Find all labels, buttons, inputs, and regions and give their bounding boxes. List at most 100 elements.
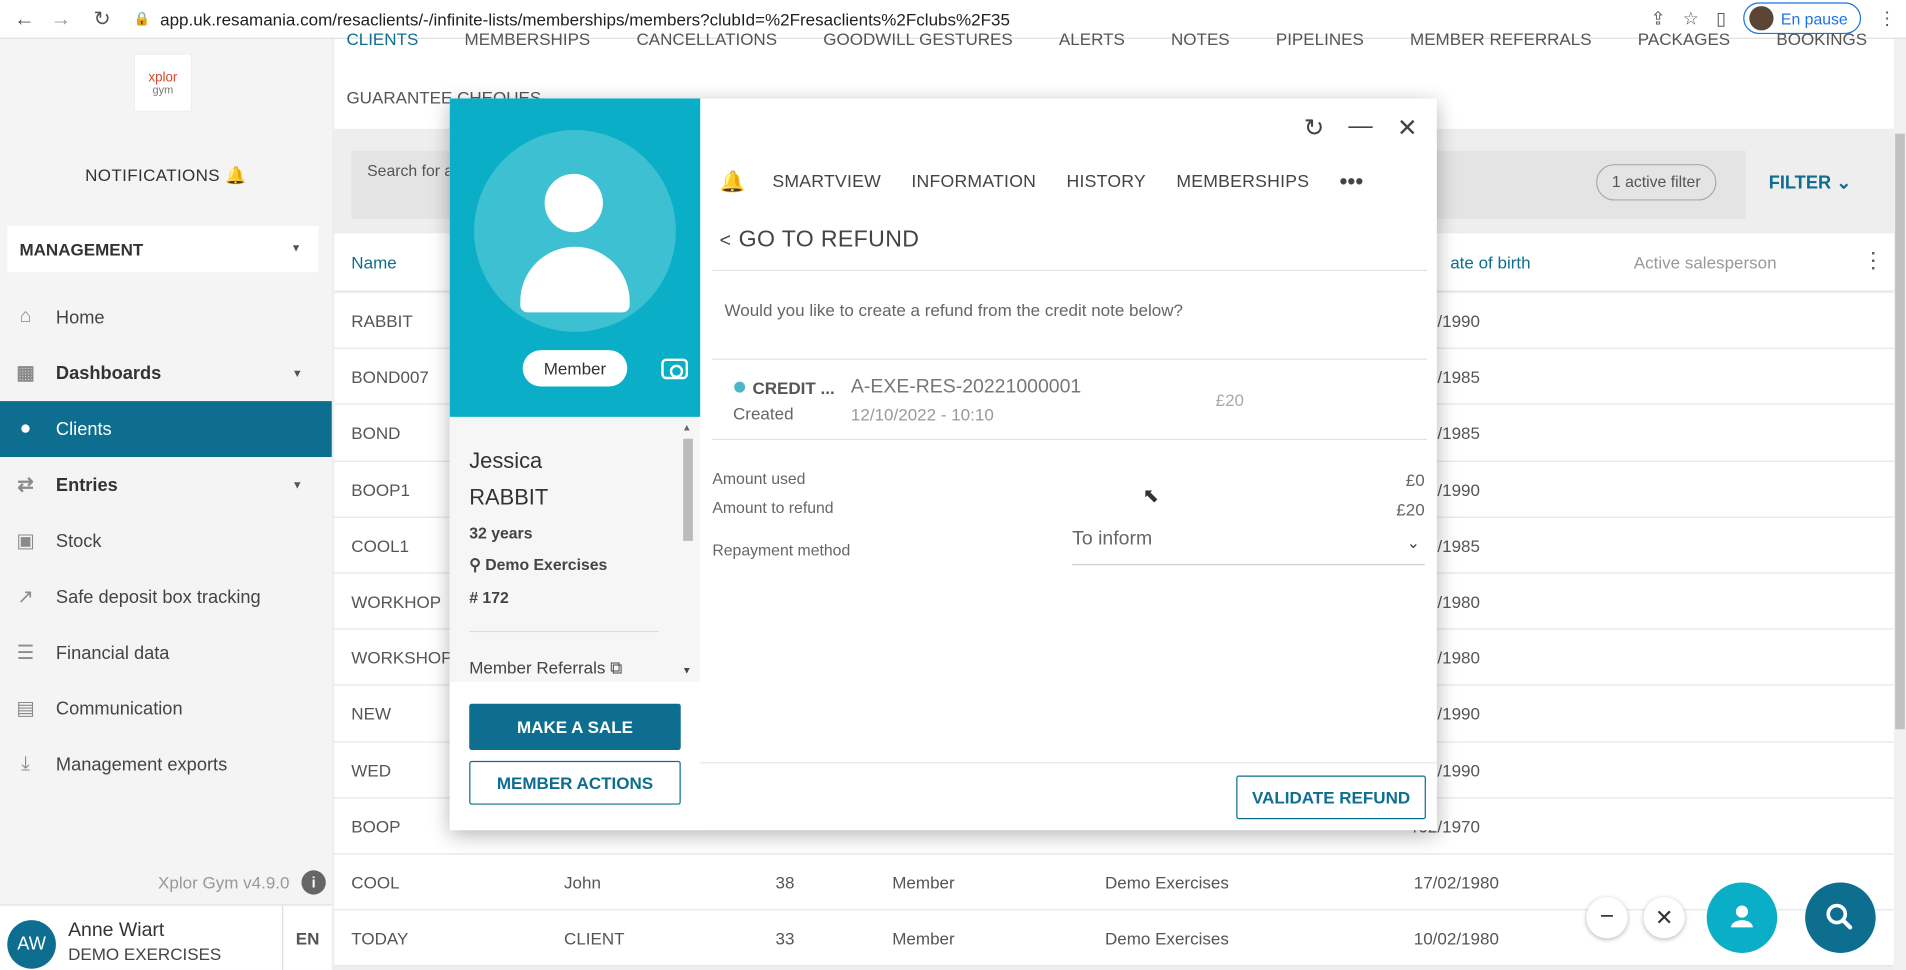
forward-icon[interactable]: → bbox=[46, 7, 75, 31]
tab-memberships[interactable]: MEMBERSHIPS bbox=[1176, 172, 1309, 191]
column-menu-icon[interactable]: ⋮ bbox=[1862, 249, 1884, 271]
version-text: Xplor Gym v4.9.0 bbox=[158, 872, 290, 893]
user-panel[interactable]: AW Anne Wiart DEMO EXERCISES EN bbox=[0, 904, 332, 970]
window-controls: ↻ — ✕ bbox=[1304, 113, 1418, 143]
amount-refund-label: Amount to refund bbox=[712, 498, 834, 517]
cell-dob: 10/02/1980 bbox=[1413, 928, 1499, 949]
tab-member-referrals[interactable]: MEMBER REFERRALS bbox=[1410, 29, 1592, 48]
tab-pipelines[interactable]: PIPELINES bbox=[1276, 29, 1364, 48]
chevron-down-icon: ⌄ bbox=[1406, 533, 1420, 552]
close-all-button[interactable]: ✕ bbox=[1643, 897, 1685, 939]
browser-menu-icon[interactable]: ⋮ bbox=[1878, 7, 1896, 30]
page-scrollbar[interactable] bbox=[1893, 38, 1906, 970]
cell-firstname: John bbox=[564, 872, 601, 893]
external-link-icon: ⧉ bbox=[610, 657, 623, 678]
sidebar-item-management-exports[interactable]: ⤓ Management exports bbox=[0, 737, 332, 793]
tab-bookings[interactable]: BOOKINGS bbox=[1776, 29, 1867, 48]
divider bbox=[712, 438, 1428, 441]
tab-cancellations[interactable]: CANCELLATIONS bbox=[636, 29, 777, 48]
tab-information[interactable]: INFORMATION bbox=[911, 172, 1036, 191]
sidebar-item-dashboards[interactable]: ▦ Dashboards ▼ bbox=[0, 345, 332, 401]
tab-memberships[interactable]: MEMBERSHIPS bbox=[465, 29, 591, 48]
tab-goodwill[interactable]: GOODWILL GESTURES bbox=[823, 29, 1012, 48]
tab-history[interactable]: HISTORY bbox=[1067, 172, 1146, 191]
minimize-all-button[interactable]: − bbox=[1586, 897, 1628, 939]
add-client-button[interactable] bbox=[1706, 882, 1778, 953]
minimize-icon[interactable]: — bbox=[1348, 113, 1372, 143]
more-icon[interactable]: ••• bbox=[1340, 169, 1364, 195]
first-name: Jessica bbox=[469, 448, 543, 473]
notifications-button[interactable]: NOTIFICATIONS 🔔 bbox=[0, 165, 332, 186]
reload-icon[interactable]: ↻ bbox=[88, 7, 117, 31]
language-select[interactable]: EN bbox=[282, 905, 332, 970]
cell-name: BOOP bbox=[351, 816, 401, 836]
cell-name: WED bbox=[351, 760, 392, 780]
tab-packages[interactable]: PACKAGES bbox=[1638, 29, 1730, 48]
star-icon[interactable]: ☆ bbox=[1683, 7, 1699, 30]
user-club: DEMO EXERCISES bbox=[68, 944, 222, 964]
validate-refund-button[interactable]: VALIDATE REFUND bbox=[1236, 775, 1426, 820]
avatar[interactable] bbox=[474, 130, 676, 332]
bell-icon[interactable]: 🔔 bbox=[720, 170, 746, 194]
profile-scrollbar[interactable]: ▲ ▼ bbox=[681, 422, 696, 680]
repayment-label: Repayment method bbox=[712, 540, 851, 560]
logo: xplor gym bbox=[133, 53, 193, 112]
address-bar[interactable]: 🔒 app.uk.resamania.com/resaclients/-/inf… bbox=[134, 9, 1010, 28]
make-a-sale-button[interactable]: MAKE A SALE bbox=[469, 703, 681, 750]
tab-smartview[interactable]: SMARTVIEW bbox=[772, 172, 881, 191]
camera-icon[interactable] bbox=[661, 358, 689, 380]
sidebar-item-financial-data[interactable]: ☰ Financial data bbox=[0, 625, 332, 681]
profile-label: En pause bbox=[1780, 9, 1848, 28]
tab-alerts[interactable]: ALERTS bbox=[1059, 29, 1125, 48]
person-icon: ● bbox=[19, 418, 32, 439]
divider bbox=[712, 269, 1428, 272]
mouse-cursor-icon: ⬉ bbox=[1142, 486, 1159, 507]
tab-clients[interactable]: CLIENTS bbox=[346, 29, 418, 48]
divider bbox=[712, 358, 1428, 360]
column-dob[interactable]: ate of birth bbox=[1450, 253, 1530, 272]
back-to-refund[interactable]: < GO TO REFUND bbox=[720, 227, 920, 254]
profile-panel: Member Jessica RABBIT 32 years ⚲ Demo Ex… bbox=[449, 98, 701, 831]
sidepanel-icon[interactable]: ▯ bbox=[1716, 7, 1726, 30]
active-filter-chip[interactable]: 1 active filter bbox=[1596, 164, 1717, 201]
sidebar-item-safe-deposit[interactable]: ↗ Safe deposit box tracking bbox=[0, 569, 332, 625]
list-icon: ☰ bbox=[16, 642, 35, 664]
amount-used-label: Amount used bbox=[712, 469, 806, 488]
status-badge: Member bbox=[522, 350, 628, 387]
column-name[interactable]: Name bbox=[351, 253, 396, 272]
client-modal: Member Jessica RABBIT 32 years ⚲ Demo Ex… bbox=[449, 98, 1437, 831]
sidebar-item-entries[interactable]: ⇄ Entries ▼ bbox=[0, 457, 332, 513]
amount-refund-value: £20 bbox=[1396, 499, 1425, 520]
close-icon[interactable]: ✕ bbox=[1397, 113, 1417, 143]
info-icon[interactable]: i bbox=[301, 870, 326, 895]
repayment-method-select[interactable]: To inform ⌄ bbox=[1072, 529, 1425, 566]
member-referrals-link[interactable]: Member Referrals ⧉ bbox=[469, 658, 622, 679]
management-select[interactable]: MANAGEMENT ▼ bbox=[7, 226, 319, 273]
filter-button[interactable]: FILTER ⌄ bbox=[1769, 171, 1852, 194]
caret-down-icon: ▼ bbox=[290, 241, 302, 255]
column-salesperson[interactable]: Active salesperson bbox=[1634, 253, 1777, 272]
sidebar-item-clients[interactable]: ● Clients bbox=[0, 401, 332, 458]
member-actions-button[interactable]: MEMBER ACTIONS bbox=[469, 760, 681, 805]
chevron-left-icon: < bbox=[719, 230, 732, 252]
lock-icon: 🔒 bbox=[133, 12, 151, 27]
cell-name: BOND007 bbox=[351, 367, 429, 387]
cell-name: WORKSHOP bbox=[351, 648, 453, 668]
cell-name: RABBIT bbox=[351, 311, 413, 331]
tab-notes[interactable]: NOTES bbox=[1171, 29, 1230, 48]
home-icon: ⌂ bbox=[19, 306, 32, 327]
search-button[interactable] bbox=[1805, 882, 1876, 953]
back-icon[interactable]: ← bbox=[10, 7, 39, 31]
sidebar: xplor gym NOTIFICATIONS 🔔 MANAGEMENT ▼ ⌂ Ho… bbox=[0, 38, 332, 970]
cell-age: 38 bbox=[775, 872, 795, 893]
share-icon[interactable]: ⇪ bbox=[1650, 7, 1665, 30]
status-dot bbox=[734, 381, 746, 393]
sidebar-item-home[interactable]: ⌂ Home bbox=[0, 289, 332, 345]
sidebar-item-communication[interactable]: ▤ Communication bbox=[0, 681, 332, 737]
person-icon bbox=[1731, 905, 1753, 928]
sidebar-item-stock[interactable]: ▣ Stock bbox=[0, 513, 332, 569]
sidebar-menu: ⌂ Home ▦ Dashboards ▼ ● Clients ⇄ Entries ▼ ▣ S… bbox=[0, 289, 332, 792]
refresh-icon[interactable]: ↻ bbox=[1304, 113, 1324, 143]
credit-note-reference: A-EXE-RES-20221000001 bbox=[850, 376, 1082, 398]
cell-name: WORKHOP bbox=[351, 591, 442, 612]
